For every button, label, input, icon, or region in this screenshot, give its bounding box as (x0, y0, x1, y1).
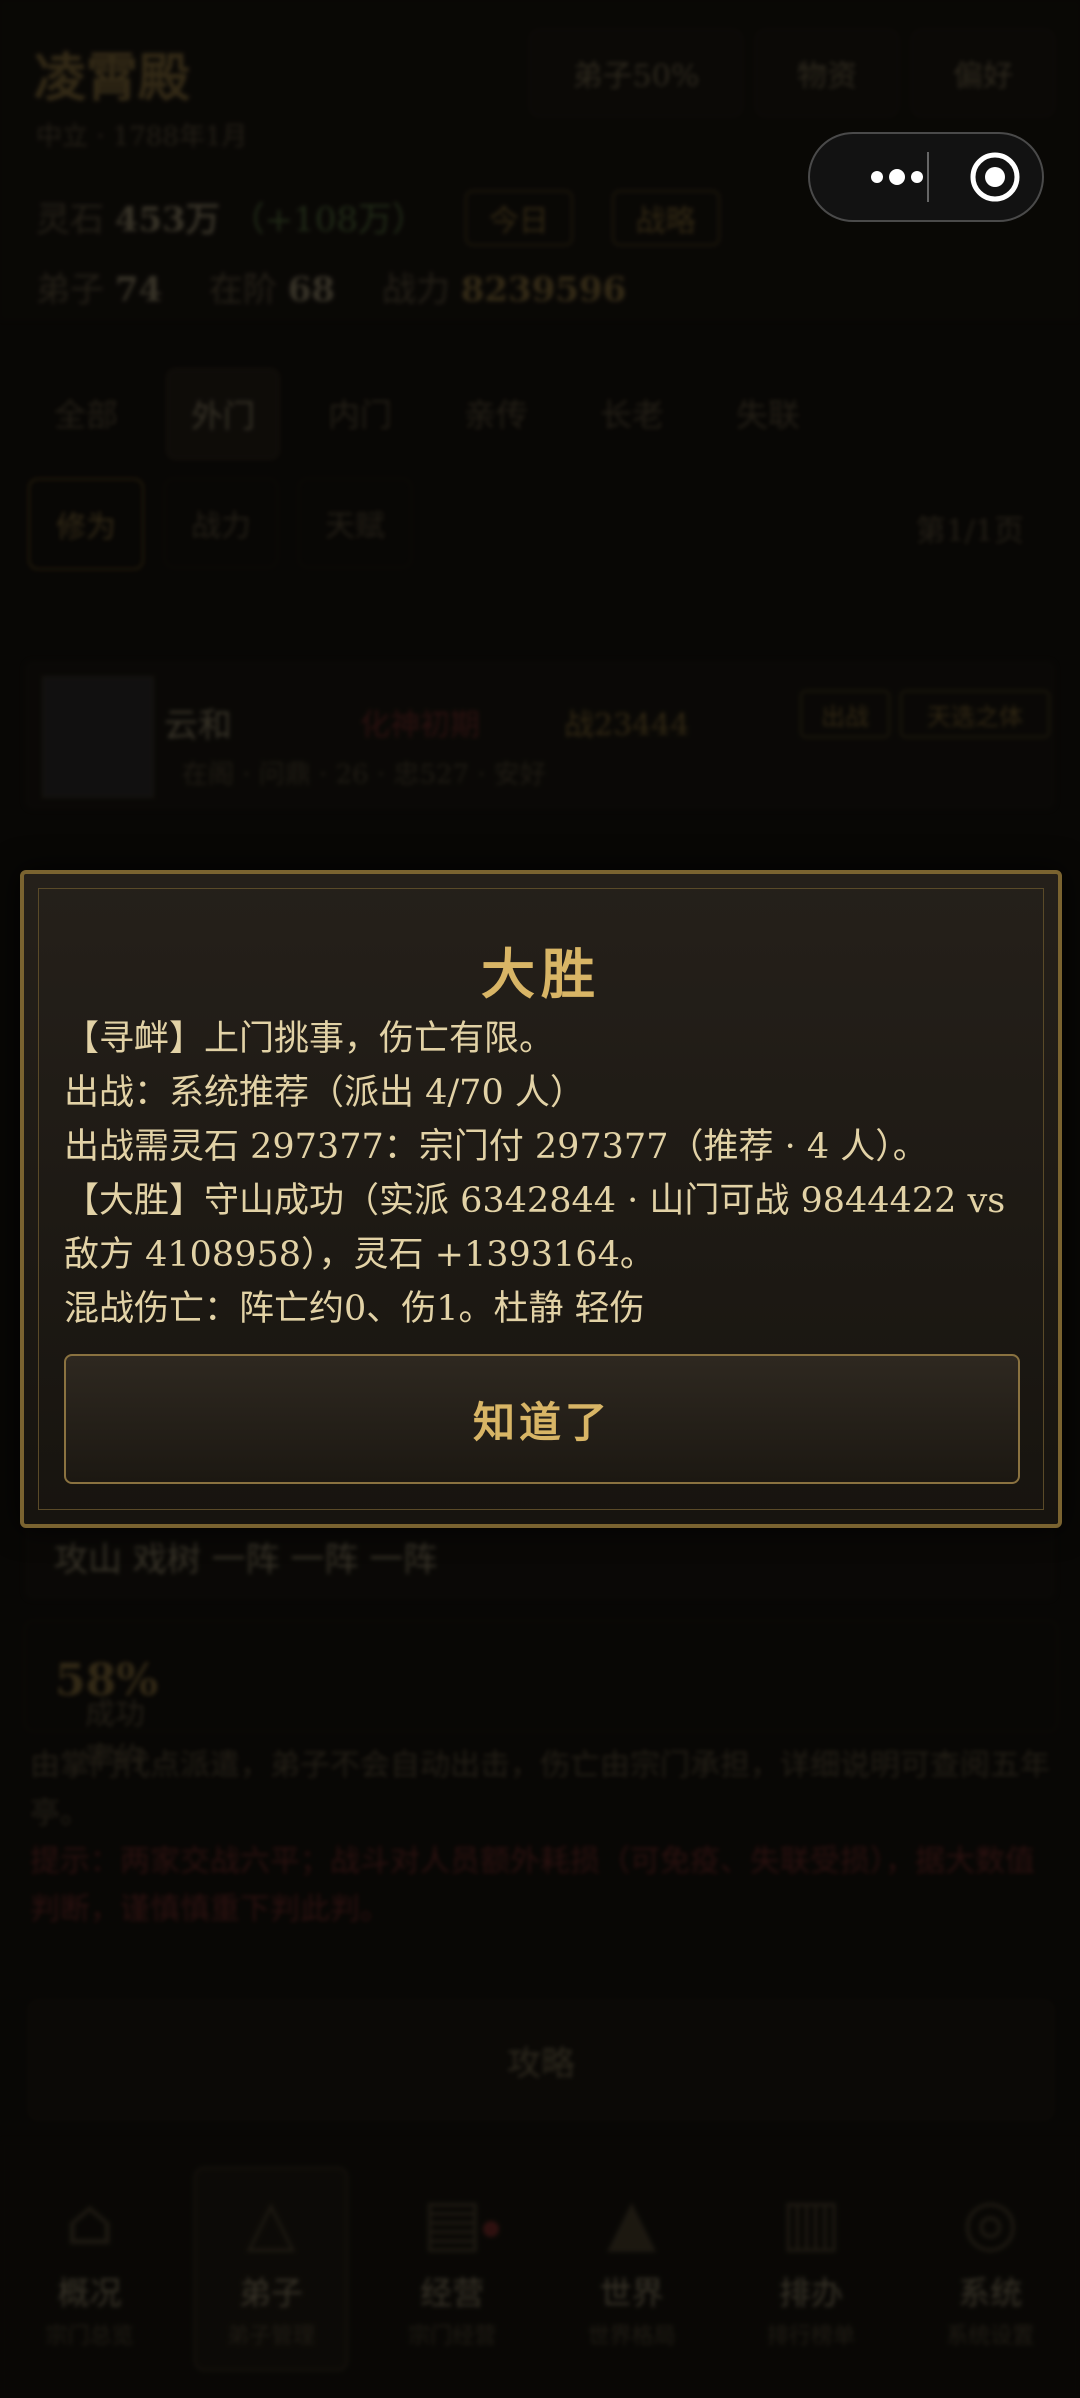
miniprogram-capsule (808, 132, 1044, 222)
result-line: 混战伤亡：阵亡约0、伤1。杜静 轻伤 (64, 1289, 645, 1329)
result-line: 出战需灵石 297377：宗门付 297377（推荐 · 4 人）。 (64, 1127, 928, 1167)
battle-result-dialog: 大胜 【寻衅】上门挑事，伤亡有限。 出战：系统推荐（派出 4/70 人） 出战需… (20, 870, 1062, 1528)
acknowledge-button[interactable]: 知道了 (64, 1354, 1020, 1484)
result-line: 【寻衅】上门挑事，伤亡有限。 (64, 1019, 555, 1059)
more-icon[interactable] (842, 134, 952, 220)
dialog-title: 大胜 (481, 942, 601, 1006)
result-line: 出战：系统推荐（派出 4/70 人） (64, 1073, 585, 1113)
close-miniprogram-icon[interactable] (960, 134, 1030, 220)
dialog-body: 【寻衅】上门挑事，伤亡有限。 出战：系统推荐（派出 4/70 人） 出战需灵石 … (64, 1012, 1024, 1336)
capsule-divider (927, 152, 929, 202)
result-line: 【大胜】守山成功（实派 6342844 · 山门可战 9844422 vs 敌方… (64, 1181, 1017, 1275)
